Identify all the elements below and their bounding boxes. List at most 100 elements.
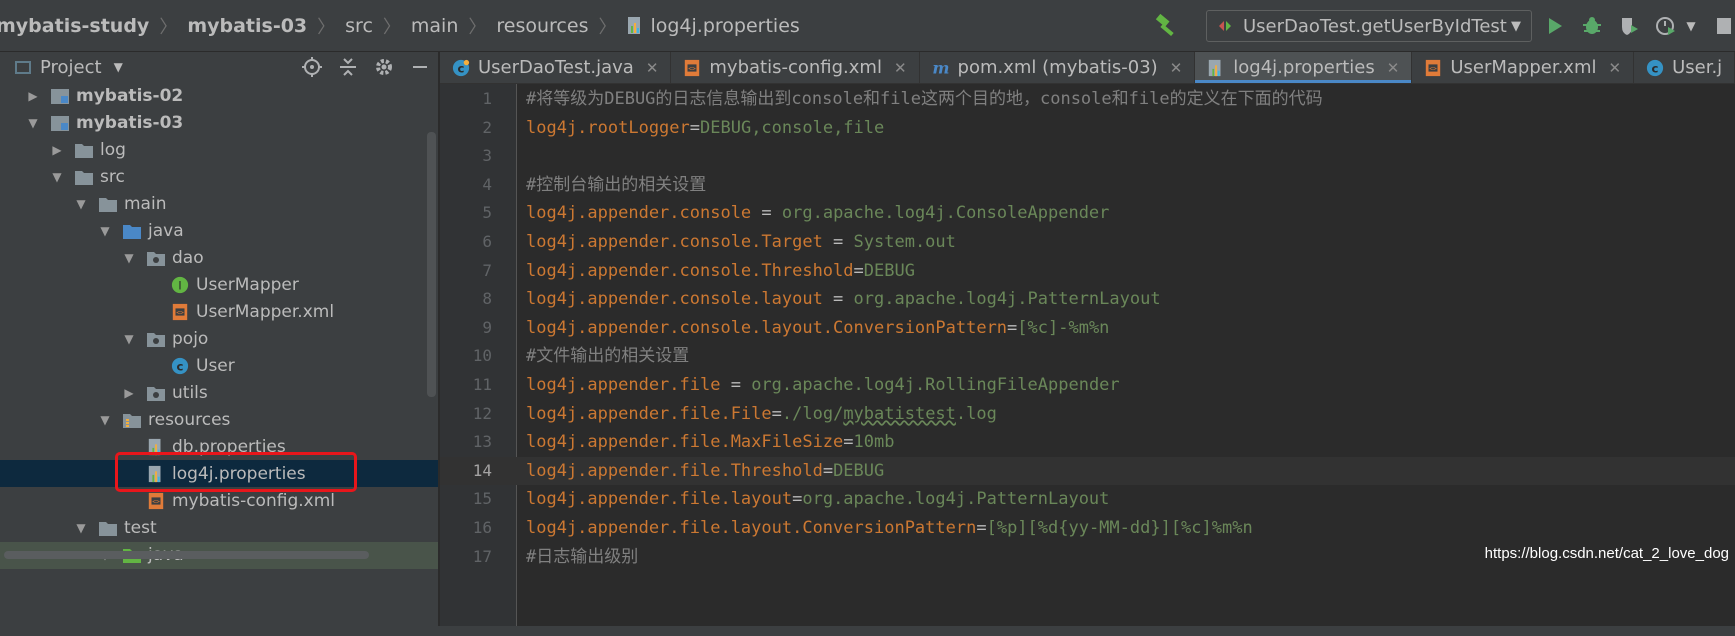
folder-icon xyxy=(98,519,118,537)
tab-mybatis-config-xml[interactable]: <> mybatis-config.xml ✕ xyxy=(671,52,920,83)
properties-file-icon xyxy=(1207,59,1225,77)
close-icon[interactable]: ✕ xyxy=(1387,59,1400,77)
code-line[interactable]: 10 #文件输出的相关设置 xyxy=(440,342,1735,370)
breadcrumb-separator: 〉 xyxy=(317,17,336,38)
code-line[interactable]: 1 #将等级为DEBUG的日志信息输出到console和file这两个目的地，co… xyxy=(440,85,1735,113)
run-configuration-dropdown[interactable]: UserDaoTest.getUserByIdTest ▼ xyxy=(1206,10,1532,42)
tab-pom-xml-mybatis-03-[interactable]: m pom.xml (mybatis-03) ✕ xyxy=(920,52,1196,83)
code-text: log4j.appender.file = org.apache.log4j.R… xyxy=(526,371,1120,399)
code-line[interactable]: 11 log4j.appender.file = org.apache.log4j… xyxy=(440,371,1735,399)
tree-item-usermapper[interactable]: I UserMapper xyxy=(0,271,438,298)
property-value: 10mb xyxy=(853,432,895,453)
xml-file-icon: <> xyxy=(683,59,701,77)
profiler-icon[interactable] xyxy=(1652,12,1680,40)
close-icon[interactable]: ✕ xyxy=(1608,59,1621,77)
tree-item-mybatis-02[interactable]: ▶ mybatis-02 xyxy=(0,82,438,109)
line-number: 14 xyxy=(472,460,492,480)
gear-icon[interactable] xyxy=(372,55,396,79)
code-line[interactable]: 2 log4j.rootLogger=DEBUG,console,file xyxy=(440,114,1735,142)
code-line[interactable]: 16 log4j.appender.file.layout.ConversionP… xyxy=(440,514,1735,542)
debug-icon[interactable] xyxy=(1578,12,1606,40)
expand-arrow-down-icon[interactable]: ▼ xyxy=(122,251,136,265)
breadcrumb-item-project[interactable]: mybatis-study xyxy=(0,15,151,37)
tree-item-user[interactable]: c User xyxy=(0,352,438,379)
expand-arrow-right-icon[interactable]: ▶ xyxy=(50,143,64,157)
line-number: 11 xyxy=(472,375,492,394)
code-text: log4j.appender.file.File=./log/mybatiste… xyxy=(526,400,997,428)
search-everywhere-icon[interactable] xyxy=(1707,12,1735,40)
code-line[interactable]: 14 log4j.appender.file.Threshold=DEBUG xyxy=(440,456,1735,485)
locate-target-icon[interactable] xyxy=(300,55,324,79)
chevron-down-icon[interactable]: ▼ xyxy=(1684,12,1698,40)
xml-file-icon: <> xyxy=(146,492,166,510)
tab-log4j-properties[interactable]: log4j.properties ✕ xyxy=(1195,52,1413,83)
tree-vertical-scrollbar[interactable] xyxy=(427,132,436,397)
tree-horizontal-scrollbar[interactable] xyxy=(4,551,369,559)
breadcrumb-item-resources[interactable]: resources xyxy=(494,15,590,37)
code-line[interactable]: 9 log4j.appender.console.layout.Conversio… xyxy=(440,314,1735,342)
tree-item-utils[interactable]: ▶ utils xyxy=(0,379,438,406)
line-number: 16 xyxy=(472,518,492,537)
code-text: log4j.appender.console.Threshold=DEBUG xyxy=(526,257,915,285)
class-icon: c xyxy=(1646,59,1664,77)
tree-item-java[interactable]: ▼ java xyxy=(0,217,438,244)
property-value: org.apache.log4j.RollingFileAppender xyxy=(751,375,1120,395)
minimize-icon[interactable] xyxy=(408,55,432,79)
tree-item-src[interactable]: ▼ src xyxy=(0,163,438,190)
code-line[interactable]: 6 log4j.appender.console.Target = System.… xyxy=(440,228,1735,256)
tree-item-label: src xyxy=(100,166,125,187)
property-separator: = xyxy=(771,403,782,424)
close-icon[interactable]: ✕ xyxy=(894,59,907,77)
module-folder-icon xyxy=(50,114,70,132)
line-number: 13 xyxy=(472,432,492,452)
project-panel-title[interactable]: Project xyxy=(40,57,102,78)
code-line[interactable]: 8 log4j.appender.console.layout = org.apa… xyxy=(440,285,1735,313)
collapse-all-icon[interactable] xyxy=(336,55,360,79)
tree-item-mybatis-03[interactable]: ▼ mybatis-03 xyxy=(0,109,438,136)
property-value: DEBUG xyxy=(863,260,915,281)
code-line[interactable]: 4 #控制台输出的相关设置 xyxy=(440,171,1735,199)
expand-arrow-down-icon[interactable]: ▼ xyxy=(50,170,64,184)
tree-item-pojo[interactable]: ▼ pojo xyxy=(0,325,438,352)
tree-item-label: java xyxy=(148,220,184,241)
code-line[interactable]: 12 log4j.appender.file.File=./log/mybatis… xyxy=(440,400,1735,428)
expand-arrow-down-icon[interactable]: ▼ xyxy=(74,197,88,211)
expand-arrow-down-icon[interactable]: ▼ xyxy=(98,224,112,238)
code-line[interactable]: 15 log4j.appender.file.layout=org.apache.… xyxy=(440,485,1735,513)
tree-item-usermapper-xml[interactable]: <> UserMapper.xml xyxy=(0,298,438,325)
tree-item-main[interactable]: ▼ main xyxy=(0,190,438,217)
run-icon[interactable] xyxy=(1541,12,1569,40)
coverage-icon[interactable] xyxy=(1615,12,1643,40)
close-icon[interactable]: ✕ xyxy=(646,59,659,77)
property-separator: = xyxy=(751,203,782,224)
breadcrumb-item-module[interactable]: mybatis-03 xyxy=(185,15,309,37)
property-separator: = xyxy=(853,260,864,281)
code-line[interactable]: 3 xyxy=(440,142,1735,170)
tree-item-dao[interactable]: ▼ dao xyxy=(0,244,438,271)
tree-item-test[interactable]: ▼ test xyxy=(0,514,438,541)
tab-user-j[interactable]: c User.j xyxy=(1634,52,1735,83)
tree-item-log[interactable]: ▶ log xyxy=(0,136,438,163)
class-icon: c xyxy=(170,357,190,375)
package-icon xyxy=(146,330,166,348)
code-editor[interactable]: 1 #将等级为DEBUG的日志信息输出到console和file这两个目的地，co… xyxy=(440,84,1735,636)
chevron-down-icon[interactable]: ▼ xyxy=(114,60,123,74)
tab-userdaotest-java[interactable]: c UserDaoTest.java ✕ xyxy=(440,52,672,83)
code-line[interactable]: 7 log4j.appender.console.Threshold=DEBUG xyxy=(440,257,1735,285)
expand-arrow-down-icon[interactable]: ▼ xyxy=(98,413,112,427)
code-line[interactable]: 13 log4j.appender.file.MaxFileSize=10mb xyxy=(440,428,1735,456)
build-hammer-icon[interactable] xyxy=(1154,13,1180,39)
breadcrumb-item-file[interactable]: log4j.properties xyxy=(624,15,801,37)
code-line[interactable]: 5 log4j.appender.console = org.apache.log… xyxy=(440,199,1735,227)
breadcrumb-item-main[interactable]: main xyxy=(409,15,460,37)
expand-arrow-right-icon[interactable]: ▶ xyxy=(122,386,136,400)
expand-arrow-down-icon[interactable]: ▼ xyxy=(74,521,88,535)
close-icon[interactable]: ✕ xyxy=(1170,59,1183,77)
expand-arrow-down-icon[interactable]: ▼ xyxy=(26,116,40,130)
tab-usermapper-xml[interactable]: <> UserMapper.xml ✕ xyxy=(1412,52,1635,83)
expand-arrow-down-icon[interactable]: ▼ xyxy=(122,332,136,346)
tree-item-resources[interactable]: ▼ resources xyxy=(0,406,438,433)
expand-arrow-right-icon[interactable]: ▶ xyxy=(26,89,40,103)
breadcrumb-item-src[interactable]: src xyxy=(343,15,375,37)
line-number: 10 xyxy=(472,346,492,366)
